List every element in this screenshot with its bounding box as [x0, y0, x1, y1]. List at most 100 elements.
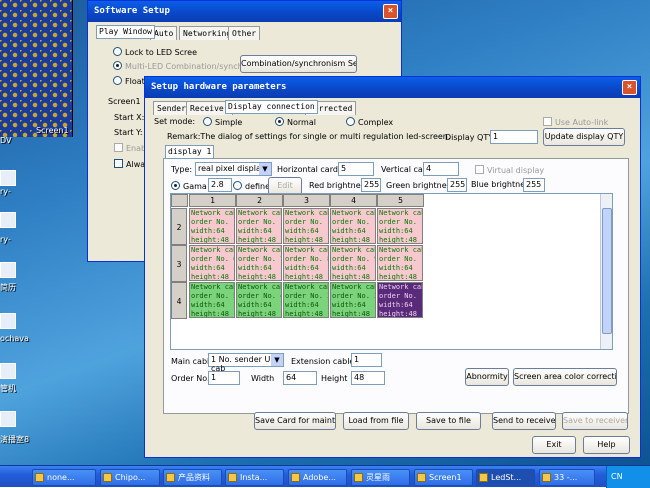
exit-button[interactable]: Exit [532, 436, 576, 454]
define-radio[interactable]: define [233, 181, 270, 191]
taskbar-button[interactable]: Insta... [225, 469, 284, 486]
grid-column-header[interactable]: 3 [283, 194, 330, 207]
grid-column-header[interactable]: 5 [377, 194, 424, 207]
help-button[interactable]: Help [583, 436, 630, 454]
desktop-icon-label[interactable]: DV [0, 136, 12, 145]
desktop-icon[interactable] [0, 313, 20, 330]
system-tray[interactable]: CN [606, 466, 650, 488]
grid-cell[interactable]: Network cab order No. 3 width:64 height:… [283, 282, 329, 318]
grid-column-header[interactable]: 4 [330, 194, 377, 207]
hardware-setup-titlebar[interactable]: Setup hardware parameters × [145, 77, 640, 98]
grid-cell[interactable]: Network cab order No. 8 width:64 height:… [283, 245, 329, 281]
red-brightness-input[interactable]: 255 [361, 178, 381, 192]
grid-column-header[interactable]: 1 [189, 194, 236, 207]
lock-radio[interactable]: Lock to LED Scree [113, 47, 197, 57]
grid-cell[interactable]: Network cab order No. 1 width:64 height:… [377, 208, 423, 244]
app-icon [166, 473, 175, 482]
display-qty-label: Display QTY: [445, 133, 495, 142]
type-select[interactable]: real pixel display ▼ [195, 162, 272, 176]
vcard-input[interactable]: 4 [423, 162, 459, 176]
grid-cell[interactable]: Network cab order No. 1 width:64 height:… [236, 208, 282, 244]
desktop-icon-label[interactable]: 管机 [0, 383, 16, 394]
grid-cell[interactable]: Network cab order No. 7 width:64 height:… [236, 245, 282, 281]
width-input[interactable]: 64 [283, 371, 317, 385]
desktop-icon-label[interactable]: ry- [0, 187, 11, 196]
tab-play-window[interactable]: Play Window [96, 25, 155, 39]
screen-area-color-correction-button[interactable]: Screen area color correction [513, 368, 617, 386]
save-to-receiver-button[interactable]: Save to receiver [562, 412, 628, 430]
mode-simple-radio[interactable]: Simple [203, 117, 242, 127]
grid-cell[interactable]: Network cab order No. 6 width:64 height:… [189, 245, 235, 281]
main-cable-select[interactable]: 1 No. sender U cab ▼ [208, 353, 284, 373]
close-icon[interactable]: × [383, 4, 398, 19]
grid-cell[interactable]: Network cab order No. 9 width:64 height:… [330, 245, 376, 281]
taskbar-button[interactable]: LedSt... [476, 469, 535, 486]
send-to-receiver-button[interactable]: Send to receiver [492, 412, 556, 430]
vertical-scrollbar[interactable] [600, 194, 612, 349]
tab-display-connection[interactable]: Display connection [225, 100, 318, 114]
app-icon [542, 473, 551, 482]
use-autolink-checkbox[interactable]: Use Auto-link [543, 117, 608, 127]
taskbar-button[interactable]: 产品资料 [163, 469, 222, 486]
save-to-file-button[interactable]: Save to file [416, 412, 481, 430]
window-title: Software Setup [94, 6, 170, 16]
chevron-down-icon: ▼ [271, 354, 283, 366]
tab-networking[interactable]: Networking [179, 26, 236, 40]
desktop-icon-label[interactable]: ochava [0, 334, 29, 343]
taskbar-button[interactable]: Chipo... [100, 469, 160, 486]
grid-cell[interactable]: Network cab order No. 1 width:64 height:… [283, 208, 329, 244]
desktop-icon-label[interactable]: 简历 [0, 282, 16, 293]
grid-cell[interactable]: Network cab order No. 5 width:64 height:… [189, 282, 235, 318]
grid-cell[interactable]: Network cab order No. 2 width:64 height:… [330, 282, 376, 318]
scroll-thumb[interactable] [602, 208, 612, 334]
virtual-display-checkbox[interactable]: Virtual display [475, 165, 544, 175]
taskbar-button[interactable]: none... [32, 469, 96, 486]
gama-input[interactable]: 2.8 [208, 178, 232, 192]
grid-column-header[interactable]: 2 [236, 194, 283, 207]
set-mode-label: Set mode: [154, 117, 196, 126]
desktop-icon[interactable] [0, 262, 20, 279]
grid-cell[interactable]: Network cab order No. 4 width:64 height:… [236, 282, 282, 318]
abnormity-button[interactable]: Abnormity [465, 368, 509, 386]
grid-cell[interactable]: Network cab order No. 1 width:64 height:… [189, 208, 235, 244]
file-icon [0, 170, 16, 186]
taskbar-button[interactable]: Screen1 [414, 469, 473, 486]
taskbar-button[interactable]: 33 -... [539, 469, 595, 486]
screen-preview[interactable]: Screen1 [0, 0, 73, 137]
grid-cell[interactable]: Network cab order No. 1 width:64 height:… [330, 208, 376, 244]
taskbar-button[interactable]: Adobe... [288, 469, 347, 486]
extension-cable-input[interactable]: 1 [351, 353, 382, 367]
tab-other[interactable]: Other [228, 26, 261, 40]
float-radio[interactable]: Floati [113, 76, 147, 86]
taskbar-button[interactable]: 灵星雨 [351, 469, 410, 486]
save-card-button[interactable]: Save Card for maintain [254, 412, 336, 430]
desktop-icon[interactable] [0, 212, 20, 229]
mode-normal-radio[interactable]: Normal [275, 117, 316, 127]
height-input[interactable]: 48 [351, 371, 385, 385]
mode-complex-radio[interactable]: Complex [346, 117, 393, 127]
combination-setting-button[interactable]: Combination/synchronism Setting [240, 55, 357, 73]
green-brightness-input[interactable]: 255 [447, 178, 467, 192]
grid-cell[interactable]: Network cab order No. 1 width:64 height:… [377, 245, 423, 281]
desktop-icon-label[interactable]: 演播室8 [0, 434, 29, 445]
display-qty-input[interactable]: 1 [490, 130, 538, 144]
desktop-icon[interactable] [0, 170, 20, 187]
grid-row-header[interactable]: 3 [171, 245, 187, 282]
grid-row-header[interactable]: 2 [171, 208, 187, 245]
hcard-input[interactable]: 5 [338, 162, 374, 176]
load-from-file-button[interactable]: Load from file [343, 412, 409, 430]
grid-cell[interactable]: Network cab order No. 1 width:64 height:… [377, 282, 423, 318]
software-setup-titlebar[interactable]: Software Setup × [88, 1, 401, 22]
blue-brightness-input[interactable]: 255 [523, 178, 545, 192]
tab-sender[interactable]: Sender [153, 101, 190, 115]
order-no-input[interactable]: 1 [208, 371, 240, 385]
update-display-qty-button[interactable]: Update display QTY [543, 128, 625, 146]
tab-display-1[interactable]: display 1 [165, 145, 215, 159]
gama-radio[interactable]: Gama [171, 181, 207, 191]
type-label: Type: [171, 165, 193, 174]
desktop-icon-label[interactable]: ry- [0, 235, 11, 244]
close-icon[interactable]: × [622, 80, 637, 95]
desktop-icon[interactable] [0, 363, 20, 380]
grid-row-header[interactable]: 4 [171, 282, 187, 319]
desktop-icon[interactable] [0, 411, 20, 428]
